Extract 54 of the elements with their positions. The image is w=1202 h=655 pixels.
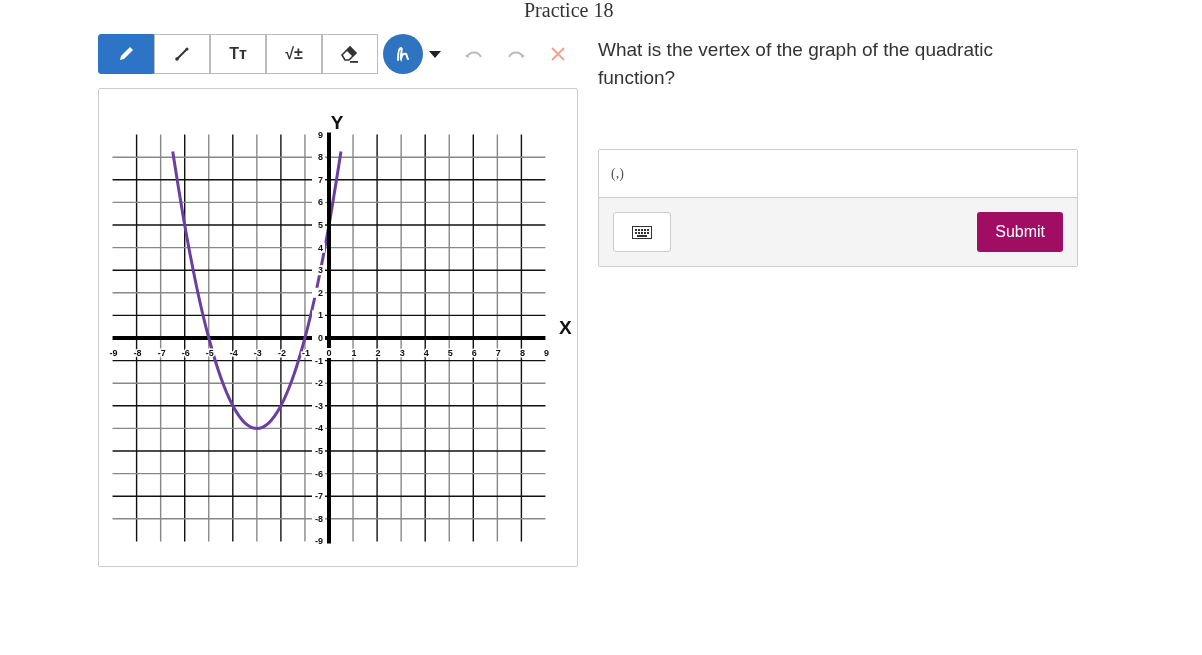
line-icon — [175, 47, 189, 61]
x-tick-label: -1 — [301, 348, 310, 358]
x-tick-label: 7 — [495, 348, 501, 358]
y-tick-label: -6 — [315, 468, 323, 479]
page-title: Practice 18 — [524, 0, 614, 20]
x-tick-label: 8 — [519, 348, 525, 358]
answer-field[interactable]: (,) — [599, 150, 1077, 198]
y-tick-label: 9 — [318, 129, 323, 140]
squiggle-icon — [395, 45, 411, 63]
y-tick-label: -3 — [315, 400, 323, 411]
x-axis-label: X — [559, 317, 572, 338]
y-tick-label: 8 — [318, 152, 323, 163]
y-tick-label: -4 — [315, 423, 323, 434]
x-tick-label: -3 — [253, 348, 262, 358]
y-tick-label: 2 — [318, 287, 323, 298]
y-tick-label: -5 — [315, 446, 323, 456]
y-tick-label: -2 — [315, 378, 323, 389]
x-tick-label: -7 — [157, 348, 166, 358]
x-tick-label: 9 — [543, 348, 549, 358]
y-tick-label: 3 — [318, 265, 323, 276]
eraser-icon — [340, 44, 360, 64]
y-axis-label: Y — [330, 111, 344, 133]
submit-button[interactable]: Submit — [977, 212, 1063, 252]
tool-button[interactable]: √± — [266, 34, 322, 74]
tool-button[interactable] — [322, 34, 378, 74]
tool-button[interactable]: Tт — [210, 34, 266, 74]
y-tick-label: 1 — [318, 310, 323, 321]
y-tick-label: 5 — [318, 220, 323, 230]
x-tick-label: 1 — [351, 348, 357, 358]
y-tick-label: -9 — [315, 536, 323, 547]
caret-icon — [429, 50, 441, 58]
x-tick-label: 6 — [471, 348, 477, 358]
keyboard-icon — [632, 225, 652, 239]
x-tick-label: 0 — [326, 348, 332, 358]
close-icon — [551, 47, 565, 61]
y-tick-label: 4 — [318, 242, 323, 253]
y-tick-label: -1 — [315, 355, 323, 366]
x-tick-label: 4 — [423, 348, 429, 358]
undo-icon — [465, 50, 483, 58]
x-tick-label: -9 — [109, 348, 118, 358]
y-tick-label: 0 — [318, 333, 323, 343]
redo-icon — [507, 50, 525, 58]
pencil-icon — [117, 45, 135, 63]
y-tick-label: 6 — [318, 197, 323, 208]
y-tick-label: -8 — [315, 513, 323, 524]
keyboard-button[interactable] — [613, 212, 671, 252]
x-tick-label: 5 — [447, 348, 453, 358]
y-tick-label: 7 — [318, 174, 323, 185]
answer-input[interactable]: (,) — [609, 160, 1067, 187]
x-tick-label: 3 — [399, 348, 405, 358]
x-tick-label: 2 — [375, 348, 381, 358]
question-text: What is the vertex of the graph of the quadratic function? — [598, 38, 994, 90]
y-tick-label: -7 — [315, 491, 323, 502]
pen-color-button[interactable] — [383, 34, 423, 74]
